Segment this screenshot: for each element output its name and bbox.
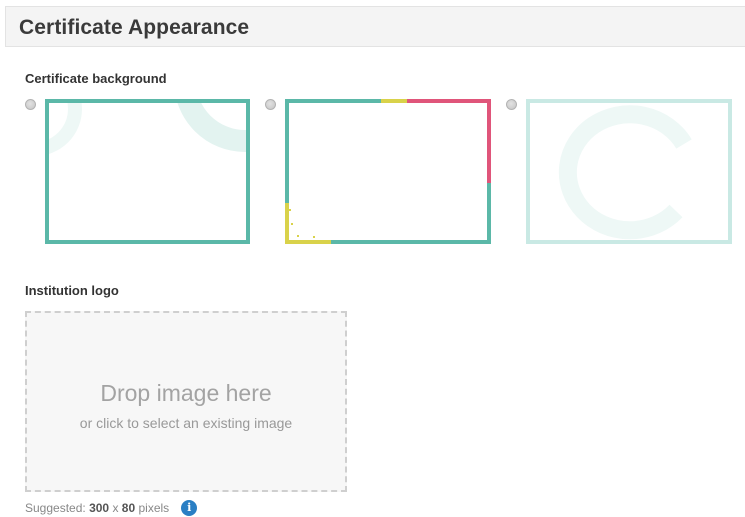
institution-logo-label: Institution logo xyxy=(25,283,119,298)
background-option-2[interactable] xyxy=(285,99,491,244)
info-icon[interactable]: i xyxy=(181,500,198,516)
background-option-1-radio[interactable] xyxy=(25,99,36,110)
dropzone-title: Drop image here xyxy=(100,380,272,406)
logo-dropzone[interactable]: Drop image here or click to select an ex… xyxy=(25,311,347,492)
hint-prefix: Suggested: xyxy=(25,501,86,515)
background-option-2-radio[interactable] xyxy=(265,99,276,110)
background-option-2-preview xyxy=(285,99,491,244)
hint-times: x xyxy=(112,501,119,515)
section-header: Certificate Appearance xyxy=(5,6,745,47)
section-title: Certificate Appearance xyxy=(19,16,250,39)
background-option-1[interactable] xyxy=(45,99,250,244)
hint-unit: pixels xyxy=(138,501,170,515)
background-option-3[interactable] xyxy=(526,99,732,244)
hint-width: 300 xyxy=(89,501,110,515)
background-option-1-preview xyxy=(45,99,250,244)
background-option-3-radio[interactable] xyxy=(506,99,517,110)
size-hint: Suggested: 300 x 80 pixels i xyxy=(25,500,198,516)
dropzone-subtitle: or click to select an existing image xyxy=(79,415,293,431)
background-option-3-preview xyxy=(526,99,732,244)
hint-height: 80 xyxy=(121,501,136,515)
certificate-background-label: Certificate background xyxy=(25,71,167,86)
